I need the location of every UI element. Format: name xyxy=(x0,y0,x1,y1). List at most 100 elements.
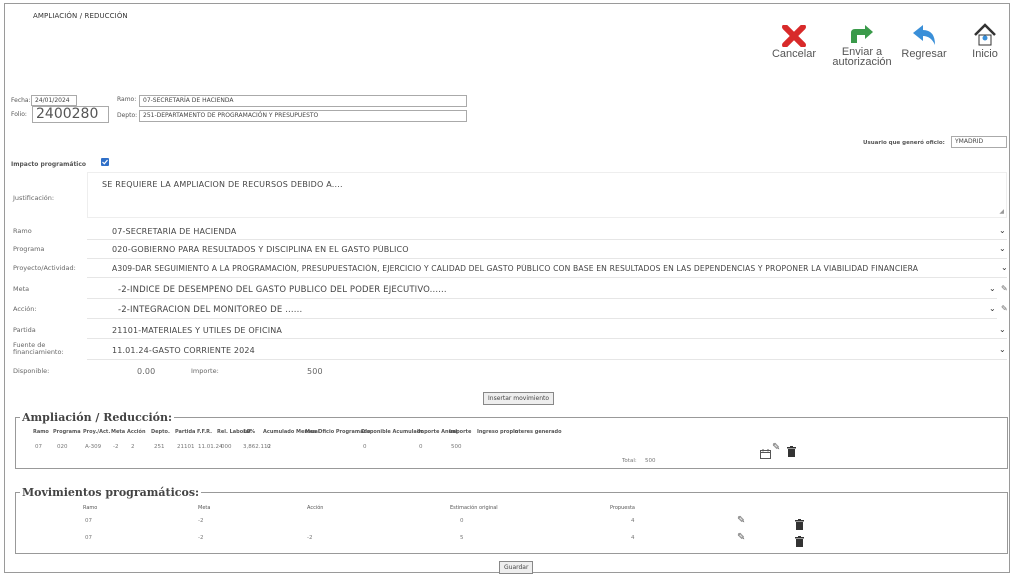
home-label: Inicio xyxy=(972,48,998,60)
justificacion-textarea[interactable]: SE REQUIERE LA AMPLIACION DE RECURSOS DE… xyxy=(87,172,1007,218)
calendar-icon[interactable] xyxy=(760,444,771,463)
depto-header-label: Depto: xyxy=(117,112,138,119)
guardar-button[interactable]: Guardar xyxy=(499,561,534,574)
trash-icon[interactable] xyxy=(795,532,804,551)
send-label-2: autorización xyxy=(832,56,892,68)
movimientos-cell: 4 xyxy=(631,535,635,541)
movimientos-cell: 5 xyxy=(460,535,464,541)
divider xyxy=(87,277,1007,278)
justificacion-label: Justificación: xyxy=(13,194,55,202)
ampliacion-cell: 0 xyxy=(363,444,367,450)
ampliacion-header: F.F.R. xyxy=(197,429,213,435)
impacto-label: Impacto programático xyxy=(11,161,87,168)
ampliacion-header: Acción xyxy=(127,429,146,435)
ampliacion-legend: Ampliación / Reducción: xyxy=(22,411,173,424)
divider xyxy=(87,258,1007,259)
edit-pencil-icon[interactable]: ✎ xyxy=(1001,304,1008,313)
movimientos-cell: 07 xyxy=(85,535,92,541)
ampliacion-header: Depto. xyxy=(151,429,170,435)
programa-label: Programa xyxy=(13,245,45,253)
back-arrow-icon xyxy=(913,25,935,45)
ramo-header-label: Ramo: xyxy=(117,96,137,103)
depto-header-field[interactable]: 251-DEPARTAMENTO DE PROGRAMACIÓN Y PRESU… xyxy=(139,110,467,122)
chevron-down-icon[interactable]: ⌄ xyxy=(989,304,996,313)
justificacion-text: SE REQUIERE LA AMPLIACION DE RECURSOS DE… xyxy=(102,180,343,189)
ampliacion-cell: 251 xyxy=(154,444,165,450)
home-button[interactable]: Inicio xyxy=(967,23,1003,60)
chevron-down-icon[interactable]: ⌄ xyxy=(989,284,996,293)
folio-label: Folio: xyxy=(11,111,27,118)
ampliacion-header: Interes generado xyxy=(513,429,562,435)
movimientos-cell: -2 xyxy=(198,518,204,524)
usuario-label: Usuario que generó oficio: xyxy=(863,140,945,146)
movimientos-cell: -2 xyxy=(198,535,204,541)
home-icon xyxy=(974,23,996,46)
meta-select[interactable]: -2-ÍNDICE DE DESEMPEÑO DEL GASTO PÚBLICO… xyxy=(118,285,978,295)
send-authorization-button[interactable]: Enviar a autorización xyxy=(831,25,893,68)
ampliacion-header: Importe xyxy=(449,429,472,435)
movimientos-header: Estimación original xyxy=(450,505,498,511)
programa-select[interactable]: 020-GOBIERNO PARA RESULTADOS Y DISCIPLIN… xyxy=(112,245,992,254)
ramo-label: Ramo xyxy=(13,227,32,235)
send-arrow-icon xyxy=(851,25,873,43)
ampliacion-cell: A-309 xyxy=(85,444,102,450)
chevron-down-icon[interactable]: ⌄ xyxy=(1001,263,1008,272)
cancel-button[interactable]: Cancelar xyxy=(769,25,819,60)
divider xyxy=(87,318,997,319)
resize-handle-icon[interactable]: ◢ xyxy=(999,208,1004,215)
ampliacion-header: Programa xyxy=(53,429,81,435)
edit-pencil-icon[interactable]: ✎ xyxy=(737,532,745,543)
trash-icon[interactable] xyxy=(787,442,796,461)
back-label: Regresar xyxy=(901,48,947,60)
chevron-down-icon[interactable]: ⌄ xyxy=(999,325,1006,334)
cancel-icon xyxy=(782,25,806,47)
folio-field[interactable]: 2400280 xyxy=(32,106,109,123)
movimientos-cell: 07 xyxy=(85,518,92,524)
proyecto-label: Proyecto/Actividad: xyxy=(13,264,76,272)
importe-input[interactable]: 500 xyxy=(307,367,323,376)
page-container: AMPLIACIÓN / REDUCCIÓN Cancelar Enviar a… xyxy=(4,3,1010,574)
impacto-checkbox[interactable] xyxy=(101,158,109,166)
fuente-select[interactable]: 11.01.24-GASTO CORRIENTE 2024 xyxy=(112,346,992,355)
ampliacion-cell: 000 xyxy=(221,444,232,450)
ampliacion-fieldset: Ampliación / Reducción: xyxy=(15,411,1008,469)
total-label: Total: xyxy=(622,458,637,464)
disponible-label: Disponible: xyxy=(13,367,50,375)
ampliacion-cell: 11.01.24 xyxy=(198,444,223,450)
partida-select[interactable]: 21101-MATERIALES Y UTILES DE OFICINA xyxy=(112,326,992,335)
proyecto-select[interactable]: A309-DAR SEGUIMIENTO A LA PROGRAMACIÓN, … xyxy=(112,264,998,273)
ampliacion-cell: 0 xyxy=(267,444,271,450)
ampliacion-header: Disponible Acumulado xyxy=(361,429,424,435)
chevron-down-icon[interactable]: ⌄ xyxy=(999,244,1006,253)
page-title: AMPLIACIÓN / REDUCCIÓN xyxy=(33,12,128,20)
chevron-down-icon[interactable]: ⌄ xyxy=(999,226,1006,235)
partida-label: Partida xyxy=(13,326,36,334)
ampliacion-header: Ramo xyxy=(33,429,49,435)
movimientos-header: Propuesta xyxy=(610,505,635,511)
edit-pencil-icon[interactable]: ✎ xyxy=(1001,284,1008,293)
edit-pencil-icon[interactable]: ✎ xyxy=(737,515,745,526)
ramo-header-field[interactable]: 07-SECRETARÍA DE HACIENDA xyxy=(139,95,467,107)
back-button[interactable]: Regresar xyxy=(897,25,951,60)
movimientos-header: Acción xyxy=(307,505,324,511)
cancel-label: Cancelar xyxy=(771,48,817,60)
disponible-value: 0.00 xyxy=(137,367,156,376)
ampliacion-header: Partida xyxy=(175,429,196,435)
ampliacion-cell: 020 xyxy=(57,444,68,450)
divider xyxy=(87,359,1007,360)
edit-pencil-icon[interactable]: ✎ xyxy=(772,442,780,453)
fecha-field[interactable]: 24/01/2024 xyxy=(31,95,77,106)
importe-label: Importe: xyxy=(191,367,219,375)
fuente-label-line2: financiamiento: xyxy=(13,348,64,356)
movimientos-cell: -2 xyxy=(307,535,313,541)
movimientos-legend: Movimientos programáticos: xyxy=(22,486,200,499)
check-icon xyxy=(102,159,108,165)
chevron-down-icon[interactable]: ⌄ xyxy=(999,345,1006,354)
ampliacion-header: 10% xyxy=(243,429,255,435)
insert-movement-button[interactable]: Insertar movimiento xyxy=(483,392,555,405)
usuario-field[interactable]: YMADRID xyxy=(951,136,1007,148)
ampliacion-cell: 500 xyxy=(451,444,462,450)
ramo-select[interactable]: 07-SECRETARÍA DE HACIENDA xyxy=(112,227,992,236)
accion-select[interactable]: -2-INTEGRACIÓN DEL MONITOREO DE ...... xyxy=(118,305,978,315)
ampliacion-cell: 2 xyxy=(131,444,135,450)
